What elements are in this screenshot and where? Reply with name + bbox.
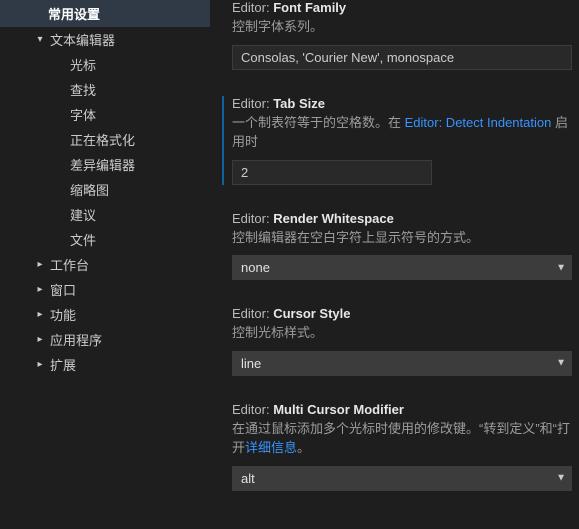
setting-title: Editor: Render Whitespace: [232, 211, 579, 226]
multi-cursor-modifier-select[interactable]: alt: [232, 466, 572, 491]
cursor-style-select-wrap: line ▼: [232, 351, 572, 376]
chevron-right-icon: ▸: [32, 357, 48, 373]
setting-multi-cursor-modifier: Editor: Multi Cursor Modifier 在通过鼠标添加多个光…: [222, 402, 579, 491]
setting-desc: 一个制表符等于的空格数。在 Editor: Detect Indentation…: [232, 113, 579, 152]
setting-title: Editor: Multi Cursor Modifier: [232, 402, 579, 417]
tree-item-suggestions[interactable]: 建议: [0, 202, 210, 227]
setting-desc: 在通过鼠标添加多个光标时使用的修改键。“转到定义”和“打开详细信息。: [232, 419, 579, 458]
tree-item-workbench[interactable]: ▸ 工作台: [0, 252, 210, 277]
tree-item-extensions[interactable]: ▸ 扩展: [0, 352, 210, 377]
tree-item-text-editor[interactable]: ▾ 文本编辑器: [0, 27, 210, 52]
render-whitespace-select[interactable]: none: [232, 255, 572, 280]
sidebar-header[interactable]: 常用设置: [0, 0, 210, 27]
more-info-link[interactable]: 详细信息: [245, 440, 297, 455]
tree-item-diff-editor[interactable]: 差异编辑器: [0, 152, 210, 177]
setting-title: Editor: Tab Size: [232, 96, 579, 111]
chevron-down-icon: ▾: [32, 32, 48, 48]
tree-label: 文本编辑器: [48, 30, 115, 49]
setting-desc: 控制字体系列。: [232, 17, 579, 37]
chevron-right-icon: ▸: [32, 332, 48, 348]
detect-indentation-link[interactable]: Editor: Detect Indentation: [405, 115, 552, 130]
tree-item-application[interactable]: ▸ 应用程序: [0, 327, 210, 352]
tree-item-minimap[interactable]: 缩略图: [0, 177, 210, 202]
tree-item-features[interactable]: ▸ 功能: [0, 302, 210, 327]
setting-cursor-style: Editor: Cursor Style 控制光标样式。 line ▼: [222, 306, 579, 376]
setting-title: Editor: Cursor Style: [232, 306, 579, 321]
chevron-right-icon: ▸: [32, 257, 48, 273]
setting-desc: 控制编辑器在空白字符上显示符号的方式。: [232, 228, 579, 248]
chevron-right-icon: ▸: [32, 282, 48, 298]
setting-desc: 控制光标样式。: [232, 323, 579, 343]
settings-sidebar: 常用设置 ▾ 文本编辑器 光标 查找 字体 正在格式化 差异编辑器 缩略图 建议…: [0, 0, 210, 529]
multi-cursor-modifier-select-wrap: alt ▼: [232, 466, 572, 491]
cursor-style-select[interactable]: line: [232, 351, 572, 376]
setting-title: Editor: Font Family: [232, 0, 579, 15]
tree-item-formatting[interactable]: 正在格式化: [0, 127, 210, 152]
chevron-right-icon: ▸: [32, 307, 48, 323]
tree-item-find[interactable]: 查找: [0, 77, 210, 102]
settings-main: Editor: Font Family 控制字体系列。 Editor: Tab …: [210, 0, 579, 529]
tree-item-window[interactable]: ▸ 窗口: [0, 277, 210, 302]
render-whitespace-select-wrap: none ▼: [232, 255, 572, 280]
setting-render-whitespace: Editor: Render Whitespace 控制编辑器在空白字符上显示符…: [222, 211, 579, 281]
setting-tab-size: Editor: Tab Size 一个制表符等于的空格数。在 Editor: D…: [222, 96, 579, 185]
tree-item-cursor[interactable]: 光标: [0, 52, 210, 77]
tree-item-files[interactable]: 文件: [0, 227, 210, 252]
font-family-input[interactable]: [232, 45, 572, 70]
setting-font-family: Editor: Font Family 控制字体系列。: [222, 0, 579, 70]
tab-size-input[interactable]: [232, 160, 432, 185]
tree-item-font[interactable]: 字体: [0, 102, 210, 127]
